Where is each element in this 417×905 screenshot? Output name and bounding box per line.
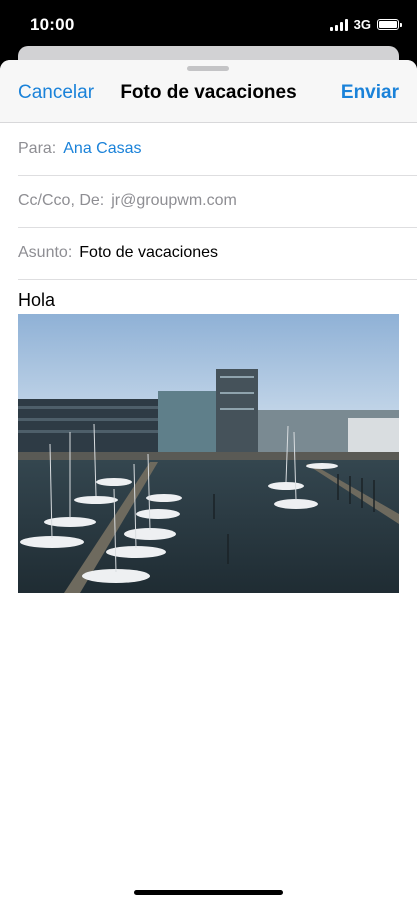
to-label: Para:: [18, 140, 57, 157]
subject-label: Asunto:: [18, 244, 73, 261]
device-notch: [92, 0, 325, 32]
cc-from-field[interactable]: Cc/Cco, De: jr@groupwm.com: [18, 175, 417, 228]
compose-navbar: Cancelar Foto de vacaciones Enviar: [0, 60, 417, 123]
marina-photo: [18, 314, 399, 593]
cc-label: Cc/Cco, De:: [18, 192, 105, 209]
cancel-button[interactable]: Cancelar: [18, 82, 94, 104]
battery-level: [379, 21, 397, 28]
attached-photo[interactable]: [18, 314, 399, 593]
sheet-grabber[interactable]: [187, 66, 229, 71]
signal-icon: [329, 18, 348, 31]
network-type: 3G: [353, 17, 371, 32]
send-button[interactable]: Enviar: [341, 82, 399, 104]
message-body[interactable]: Hola: [18, 290, 55, 311]
status-time: 10:00: [30, 15, 75, 34]
status-indicators: 3G: [329, 17, 402, 32]
status-bar: 10:00 3G: [0, 0, 417, 46]
recipient-token[interactable]: Ana Casas: [63, 140, 141, 158]
compose-sheet: Cancelar Foto de vacaciones Enviar Para:…: [0, 60, 417, 905]
subject-input[interactable]: Foto de vacaciones: [79, 244, 218, 262]
battery-icon: [377, 19, 402, 30]
subject-field[interactable]: Asunto: Foto de vacaciones: [18, 227, 417, 280]
to-field[interactable]: Para: Ana Casas: [18, 123, 417, 176]
home-indicator[interactable]: [134, 890, 283, 895]
from-address[interactable]: jr@groupwm.com: [111, 192, 237, 210]
